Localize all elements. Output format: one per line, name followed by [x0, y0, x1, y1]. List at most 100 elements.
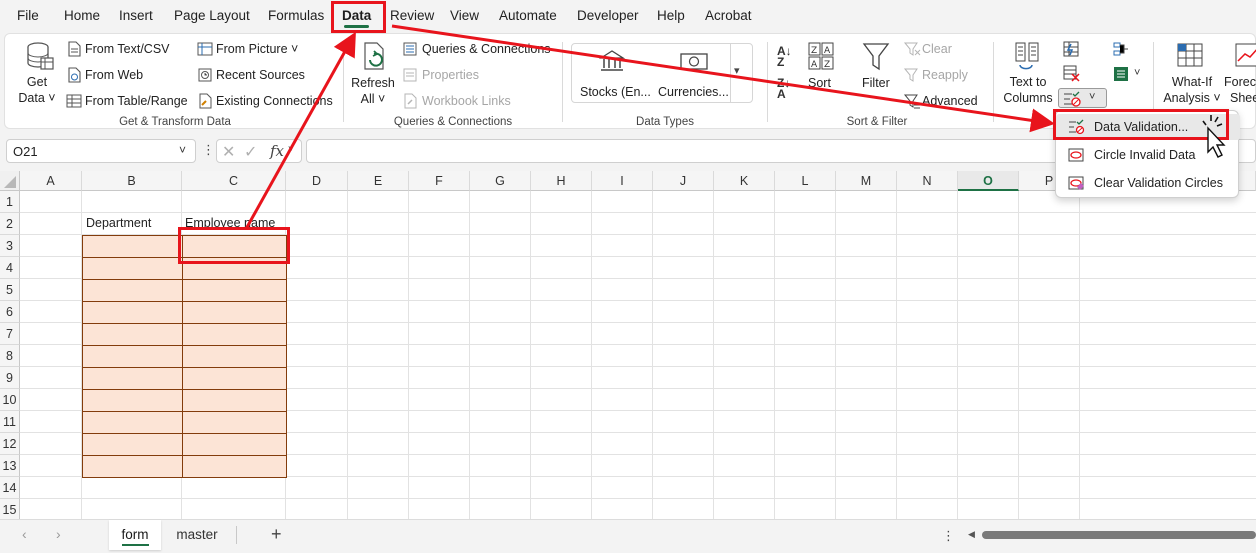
table-cell-b11[interactable] — [82, 411, 183, 434]
advanced-button[interactable]: Advanced — [922, 94, 978, 108]
queries-connections-button[interactable]: Queries & Connections — [422, 42, 551, 56]
text-to-columns-label-1[interactable]: Text to — [1003, 75, 1053, 90]
tab-help[interactable]: Help — [657, 0, 685, 31]
table-cell-c8[interactable] — [182, 345, 287, 368]
table-cell-c5[interactable] — [182, 279, 287, 302]
column-header-h[interactable]: H — [531, 171, 592, 191]
row-header-9[interactable]: 9 — [0, 367, 20, 389]
tab-formulas[interactable]: Formulas — [268, 0, 324, 31]
from-text-csv-button[interactable]: From Text/CSV — [85, 42, 170, 56]
select-all-corner[interactable] — [0, 171, 20, 191]
add-sheet-button[interactable]: + — [271, 524, 282, 545]
more-options-icon[interactable]: ⋮ — [942, 528, 955, 544]
column-header-c[interactable]: C — [182, 171, 286, 191]
workbook-links-button[interactable]: Workbook Links — [422, 94, 511, 108]
tab-acrobat[interactable]: Acrobat — [705, 0, 752, 31]
row-header-10[interactable]: 10 — [0, 389, 20, 411]
from-picture-button[interactable]: From Picture ˅ — [216, 42, 298, 56]
row-header-5[interactable]: 5 — [0, 279, 20, 301]
row-header-4[interactable]: 4 — [0, 257, 20, 279]
clear-button[interactable]: Clear — [922, 42, 952, 56]
table-cell-b5[interactable] — [82, 279, 183, 302]
worksheet-grid[interactable]: ABCDEFGHIJKLMNOP 1 2 3 4 5 6 7 8 9 10 11 12 13 14 15 D… — [0, 171, 1256, 519]
insert-function-button[interactable]: fx — [270, 142, 284, 160]
sheet-tab-master[interactable]: master — [164, 520, 230, 550]
table-cell-c10[interactable] — [182, 389, 287, 412]
sort-button[interactable]: Sort — [808, 76, 831, 90]
menu-item-clear-validation-circles[interactable]: Clear Validation Circles — [1056, 170, 1240, 196]
column-header-j[interactable]: J — [653, 171, 714, 191]
more-options-icon[interactable]: ⋮ — [202, 142, 215, 158]
scroll-left-icon[interactable]: ◀ — [968, 529, 975, 540]
row-header-3[interactable]: 3 — [0, 235, 20, 257]
tab-page-layout[interactable]: Page Layout — [174, 0, 250, 31]
column-header-n[interactable]: N — [897, 171, 958, 191]
table-cell-b7[interactable] — [82, 323, 183, 346]
chevron-down-icon[interactable]: ˅ — [179, 143, 186, 157]
table-cell-b13[interactable] — [82, 455, 183, 478]
stocks-button[interactable]: Stocks (En... — [580, 85, 651, 99]
existing-connections-button[interactable]: Existing Connections — [216, 94, 333, 108]
table-cell-c6[interactable] — [182, 301, 287, 324]
table-cell-c11[interactable] — [182, 411, 287, 434]
enter-icon[interactable]: ✓ — [244, 142, 257, 162]
prev-sheet-icon[interactable]: ‹ — [22, 526, 27, 542]
tab-home[interactable]: Home — [64, 0, 100, 31]
sort-az-icon[interactable]: A↓ Z — [777, 45, 792, 68]
row-header-1[interactable]: 1 — [0, 191, 20, 213]
column-header-l[interactable]: L — [775, 171, 836, 191]
column-header-e[interactable]: E — [348, 171, 409, 191]
tab-developer[interactable]: Developer — [577, 0, 639, 31]
table-cell-b12[interactable] — [82, 433, 183, 456]
chevron-down-icon[interactable]: ˅ — [1134, 67, 1140, 79]
row-header-14[interactable]: 14 — [0, 477, 20, 499]
from-table-range-button[interactable]: From Table/Range — [85, 94, 188, 108]
row-header-12[interactable]: 12 — [0, 433, 20, 455]
tab-review[interactable]: Review — [390, 0, 434, 31]
cancel-icon[interactable]: ✕ — [222, 142, 235, 162]
tab-insert[interactable]: Insert — [119, 0, 153, 31]
table-cell-b9[interactable] — [82, 367, 183, 390]
table-cell-b4[interactable] — [82, 257, 183, 280]
row-header-13[interactable]: 13 — [0, 455, 20, 477]
next-sheet-icon[interactable]: › — [56, 526, 61, 542]
properties-button[interactable]: Properties — [422, 68, 479, 82]
row-header-7[interactable]: 7 — [0, 323, 20, 345]
filter-button[interactable]: Filter — [862, 76, 890, 90]
cell-b2-department[interactable]: Department — [86, 216, 151, 230]
row-header-2[interactable]: 2 — [0, 213, 20, 235]
sheet-tab-form[interactable]: form — [109, 520, 161, 550]
scrollbar-thumb[interactable] — [982, 531, 1256, 539]
tab-file[interactable]: File — [17, 0, 39, 31]
currencies-button[interactable]: Currencies... — [658, 85, 729, 99]
column-header-m[interactable]: M — [836, 171, 897, 191]
column-header-k[interactable]: K — [714, 171, 775, 191]
table-cell-c12[interactable] — [182, 433, 287, 456]
from-web-button[interactable]: From Web — [85, 68, 143, 82]
table-cell-c9[interactable] — [182, 367, 287, 390]
data-validation-split-button[interactable]: ˅ — [1058, 88, 1107, 108]
menu-item-circle-invalid-data[interactable]: Circle Invalid Data — [1056, 142, 1240, 168]
what-if-label-2[interactable]: Analysis ˅ — [1161, 91, 1223, 106]
forecast-label-1[interactable]: Foreca — [1224, 75, 1256, 89]
column-header-i[interactable]: I — [592, 171, 653, 191]
text-to-columns-label-2[interactable]: Columns — [1000, 91, 1056, 106]
table-cell-c13[interactable] — [182, 455, 287, 478]
column-header-o[interactable]: O — [958, 171, 1019, 191]
column-header-a[interactable]: A — [20, 171, 82, 191]
table-cell-c7[interactable] — [182, 323, 287, 346]
table-cell-b8[interactable] — [82, 345, 183, 368]
tab-view[interactable]: View — [450, 0, 479, 31]
row-header-8[interactable]: 8 — [0, 345, 20, 367]
horizontal-scrollbar[interactable]: ◀ — [962, 527, 1256, 543]
forecast-label-2[interactable]: Shee — [1230, 91, 1256, 105]
table-cell-b3[interactable] — [82, 235, 183, 258]
chevron-down-icon[interactable]: ˅ — [288, 144, 294, 155]
row-header-11[interactable]: 11 — [0, 411, 20, 433]
tab-automate[interactable]: Automate — [499, 0, 557, 31]
row-header-15[interactable]: 15 — [0, 499, 20, 519]
row-header-6[interactable]: 6 — [0, 301, 20, 323]
recent-sources-button[interactable]: Recent Sources — [216, 68, 305, 82]
column-header-f[interactable]: F — [409, 171, 470, 191]
sort-za-icon[interactable]: Z↓ A — [777, 77, 790, 100]
